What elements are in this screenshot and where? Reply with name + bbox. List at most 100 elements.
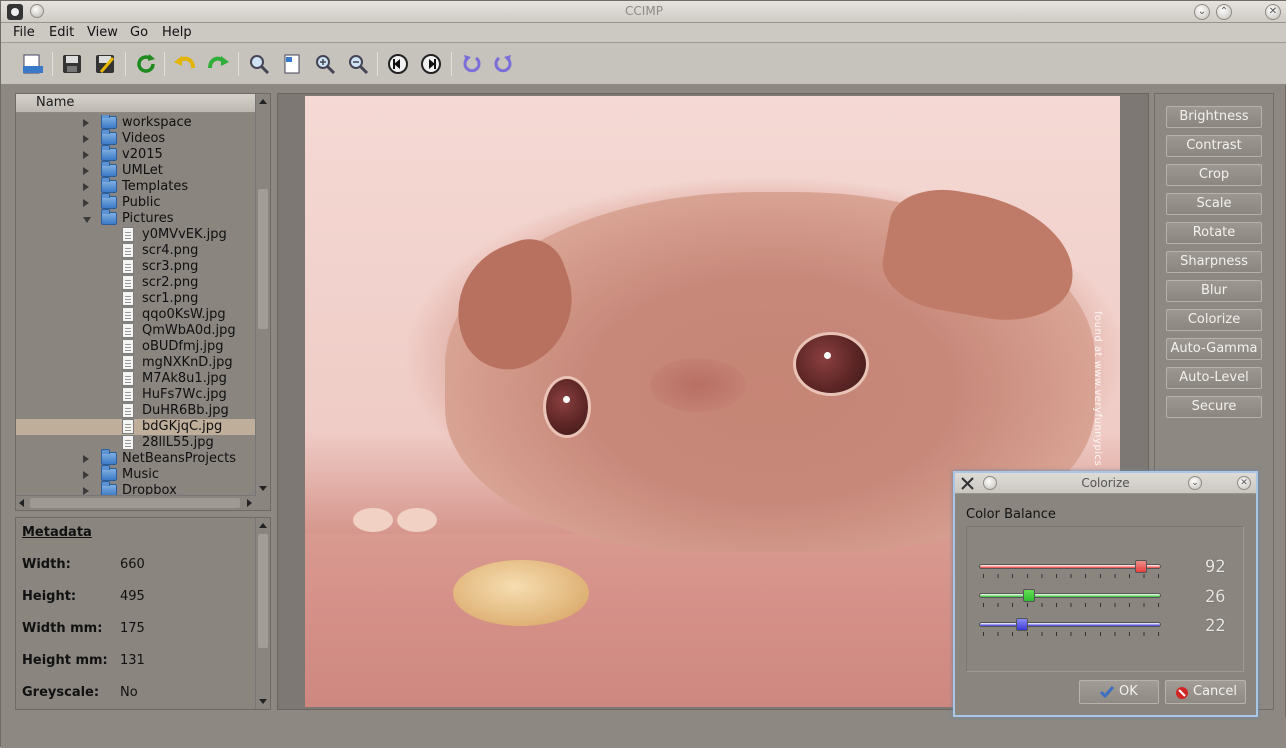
tree-file-row[interactable]: y0MVvEK.jpg <box>16 227 256 243</box>
collapsed-arrow-icon[interactable] <box>83 151 89 159</box>
minimize-button[interactable]: ⌄ <box>1194 4 1210 20</box>
red-slider[interactable] <box>979 560 1163 582</box>
tree-file-row[interactable]: 28llL55.jpg <box>16 435 256 451</box>
blue-slider[interactable] <box>979 618 1163 640</box>
zoom-out-button[interactable] <box>344 50 372 78</box>
scroll-thumb[interactable] <box>258 189 268 329</box>
tree-folder-row[interactable]: Pictures <box>16 209 256 227</box>
next-button[interactable] <box>417 50 445 78</box>
green-slider[interactable] <box>979 589 1163 611</box>
metadata-row: Width: 660 <box>22 557 242 575</box>
scroll-thumb[interactable] <box>30 498 240 508</box>
colorize-button[interactable]: Colorize <box>1166 309 1262 331</box>
dialog-close-button[interactable]: ✕ <box>1237 476 1251 490</box>
undo-button[interactable] <box>171 50 199 78</box>
auto-gamma-button[interactable]: Auto-Gamma <box>1166 338 1262 360</box>
folder-icon <box>101 129 117 145</box>
ok-button[interactable]: OK <box>1079 680 1159 704</box>
tree-file-row[interactable]: M7Ak8u1.jpg <box>16 371 256 387</box>
slider-handle[interactable] <box>1135 560 1147 573</box>
menu-view[interactable]: View <box>87 25 118 40</box>
file-icon <box>122 339 134 354</box>
tree-file-row[interactable]: QmWbA0d.jpg <box>16 323 256 339</box>
previous-button[interactable] <box>384 50 412 78</box>
tree-file-row[interactable]: scr4.png <box>16 243 256 259</box>
close-button[interactable]: ✕ <box>1265 4 1281 20</box>
metadata-row: Greyscale: No <box>22 685 242 703</box>
collapsed-arrow-icon[interactable] <box>83 119 89 127</box>
expanded-arrow-icon[interactable] <box>83 217 91 223</box>
slider-handle[interactable] <box>1023 589 1035 602</box>
scroll-left-icon[interactable] <box>19 499 24 507</box>
rotate-right-button[interactable] <box>489 50 517 78</box>
cancel-button[interactable]: Cancel <box>1165 680 1246 704</box>
save-as-button[interactable] <box>91 50 119 78</box>
rotate-button[interactable]: Rotate <box>1166 222 1262 244</box>
tree-folder-row[interactable]: NetBeansProjects <box>16 449 256 467</box>
auto-level-button[interactable]: Auto-Level <box>1166 367 1262 389</box>
tree-folder-row[interactable]: Videos <box>16 129 256 147</box>
collapsed-arrow-icon[interactable] <box>83 199 89 207</box>
metadata-scrollbar[interactable] <box>255 518 270 709</box>
tree-file-row[interactable]: qqo0KsW.jpg <box>16 307 256 323</box>
tree-folder-row[interactable]: Music <box>16 465 256 483</box>
tree-file-row[interactable]: scr1.png <box>16 291 256 307</box>
scroll-right-icon[interactable] <box>247 499 252 507</box>
collapsed-arrow-icon[interactable] <box>83 183 89 191</box>
save-button[interactable] <box>58 50 86 78</box>
tree-header-name[interactable]: Name <box>16 94 256 113</box>
tree-folder-row[interactable]: v2015 <box>16 145 256 163</box>
collapsed-arrow-icon[interactable] <box>83 487 89 495</box>
zoom-fit-button[interactable] <box>245 50 273 78</box>
metadata-key: Height: <box>22 589 77 604</box>
menu-help[interactable]: Help <box>162 25 192 40</box>
tree-folder-row[interactable]: Templates <box>16 177 256 195</box>
tree-item-label: scr4.png <box>142 243 199 258</box>
menu-file[interactable]: File <box>13 25 35 40</box>
tree-folder-row[interactable]: workspace <box>16 115 256 131</box>
scroll-up-icon[interactable] <box>259 99 267 104</box>
menu-edit[interactable]: Edit <box>49 25 74 40</box>
page-button[interactable] <box>278 50 306 78</box>
menu-go[interactable]: Go <box>130 25 148 40</box>
tree-vertical-scrollbar[interactable] <box>255 94 270 496</box>
dialog-minimize-button[interactable]: ⌄ <box>1188 476 1202 490</box>
tree-file-row[interactable]: mgNXKnD.jpg <box>16 355 256 371</box>
redo-button[interactable] <box>204 50 232 78</box>
scroll-down-icon[interactable] <box>259 699 267 704</box>
tree-file-row[interactable]: oBUDfmj.jpg <box>16 339 256 355</box>
maximize-button[interactable]: ⌃ <box>1216 4 1232 20</box>
tree-file-row[interactable]: bdGKjqC.jpg <box>16 419 256 435</box>
contrast-button[interactable]: Contrast <box>1166 135 1262 157</box>
tree-file-row[interactable]: DuHR6Bb.jpg <box>16 403 256 419</box>
secure-button[interactable]: Secure <box>1166 396 1262 418</box>
folder-icon <box>101 177 117 193</box>
open-button[interactable] <box>19 50 47 78</box>
crop-button[interactable]: Crop <box>1166 164 1262 186</box>
collapsed-arrow-icon[interactable] <box>83 167 89 175</box>
sharpness-button[interactable]: Sharpness <box>1166 251 1262 273</box>
scroll-down-icon[interactable] <box>259 486 267 491</box>
collapsed-arrow-icon[interactable] <box>83 135 89 143</box>
tree-file-row[interactable]: scr3.png <box>16 259 256 275</box>
scroll-thumb[interactable] <box>258 534 268 648</box>
collapsed-arrow-icon[interactable] <box>83 455 89 463</box>
blur-button[interactable]: Blur <box>1166 280 1262 302</box>
slider-handle[interactable] <box>1016 618 1028 631</box>
brightness-button[interactable]: Brightness <box>1166 106 1262 128</box>
refresh-button[interactable] <box>132 50 160 78</box>
tree-folder-row[interactable]: Public <box>16 193 256 211</box>
rotate-left-button[interactable] <box>458 50 486 78</box>
zoom-in-button[interactable] <box>311 50 339 78</box>
tree-file-row[interactable]: scr2.png <box>16 275 256 291</box>
collapsed-arrow-icon[interactable] <box>83 471 89 479</box>
tree-item-label: Videos <box>122 131 166 146</box>
tree-folder-row[interactable]: Dropbox <box>16 481 256 495</box>
tree-item-label: qqo0KsW.jpg <box>142 307 226 322</box>
scroll-up-icon[interactable] <box>259 523 267 528</box>
tree-file-row[interactable]: HuFs7Wc.jpg <box>16 387 256 403</box>
scale-button[interactable]: Scale <box>1166 193 1262 215</box>
tree-folder-row[interactable]: UMLet <box>16 161 256 179</box>
metadata-key: Height mm: <box>22 653 108 668</box>
tree-horizontal-scrollbar[interactable] <box>16 495 256 510</box>
